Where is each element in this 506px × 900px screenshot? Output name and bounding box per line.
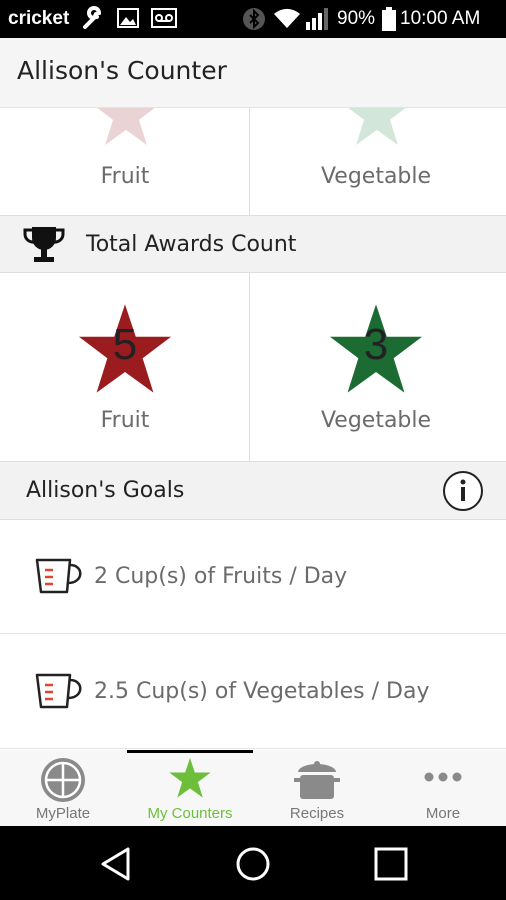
cell-divider: [249, 108, 250, 215]
wrench-icon: [80, 6, 106, 36]
tab-myplate[interactable]: MyPlate: [0, 750, 126, 826]
counter-content[interactable]: Fruit Vegetable Total Awards Count 5 Fru…: [0, 108, 506, 750]
home-icon[interactable]: [235, 846, 271, 886]
previous-fruit-award: Fruit: [0, 108, 250, 215]
fruit-faded-star-icon: [90, 108, 162, 156]
fruit-award-label: Fruit: [100, 408, 150, 433]
carrier-name: cricket: [8, 8, 70, 29]
more-dots-icon: [423, 768, 463, 787]
goal-row-vegetables[interactable]: 2.5 Cup(s) of Vegetables / Day: [0, 635, 506, 749]
bluetooth-icon: [242, 6, 266, 36]
vegetable-award-count: 3 Vegetable: [251, 273, 501, 461]
vegetable-count-number: 3: [363, 320, 389, 369]
previous-vegetable-award: Vegetable: [251, 108, 501, 215]
bottom-tab-bar: MyPlate My Counters Recipes More: [0, 750, 506, 826]
system-nav-bar: [0, 826, 506, 900]
fruit-award-count: 5 Fruit: [0, 273, 250, 461]
clock: 10:00 AM: [400, 8, 481, 29]
page-title: Allison's Counter: [17, 56, 227, 85]
vegetable-award-label: Vegetable: [320, 408, 432, 433]
info-icon[interactable]: [442, 470, 484, 516]
tab-more-label: More: [425, 805, 461, 822]
voicemail-icon: [150, 6, 178, 34]
goals-header: Allison's Goals: [0, 461, 506, 520]
cell-divider: [249, 273, 250, 461]
tab-recipes-label: Recipes: [289, 805, 345, 822]
trophy-icon: [22, 224, 66, 270]
measuring-cup-icon: [34, 556, 86, 600]
recent-apps-icon[interactable]: [373, 846, 409, 886]
total-awards-header: Total Awards Count: [0, 215, 506, 273]
myplate-icon: [39, 756, 87, 808]
goal-fruits-text: 2 Cup(s) of Fruits / Day: [94, 564, 348, 589]
battery-percentage: 90%: [337, 8, 376, 29]
star-icon: [168, 757, 212, 803]
tab-more[interactable]: More: [380, 750, 506, 826]
app-bar: Allison's Counter: [0, 38, 506, 108]
goals-title: Allison's Goals: [26, 478, 185, 503]
goal-row-fruits[interactable]: 2 Cup(s) of Fruits / Day: [0, 520, 506, 634]
fruit-count-number: 5: [112, 320, 138, 369]
tab-my-counters-label: My Counters: [147, 805, 233, 822]
previous-vegetable-label: Vegetable: [320, 164, 432, 189]
wifi-icon: [272, 6, 302, 36]
status-bar: cricket 90% 10:00 AM: [0, 0, 506, 38]
battery-icon: [381, 6, 397, 36]
vegetable-faded-star-icon: [341, 108, 413, 156]
tab-recipes[interactable]: Recipes: [254, 750, 380, 826]
goal-vegetables-text: 2.5 Cup(s) of Vegetables / Day: [94, 679, 430, 704]
tab-my-counters[interactable]: My Counters: [127, 750, 253, 826]
total-awards-title: Total Awards Count: [86, 232, 297, 257]
tab-myplate-label: MyPlate: [35, 805, 91, 822]
measuring-cup-icon: [34, 671, 86, 715]
back-icon[interactable]: [98, 846, 134, 886]
previous-fruit-label: Fruit: [100, 164, 150, 189]
signal-icon: [304, 6, 330, 36]
pot-icon: [292, 756, 342, 808]
image-icon: [116, 6, 140, 34]
